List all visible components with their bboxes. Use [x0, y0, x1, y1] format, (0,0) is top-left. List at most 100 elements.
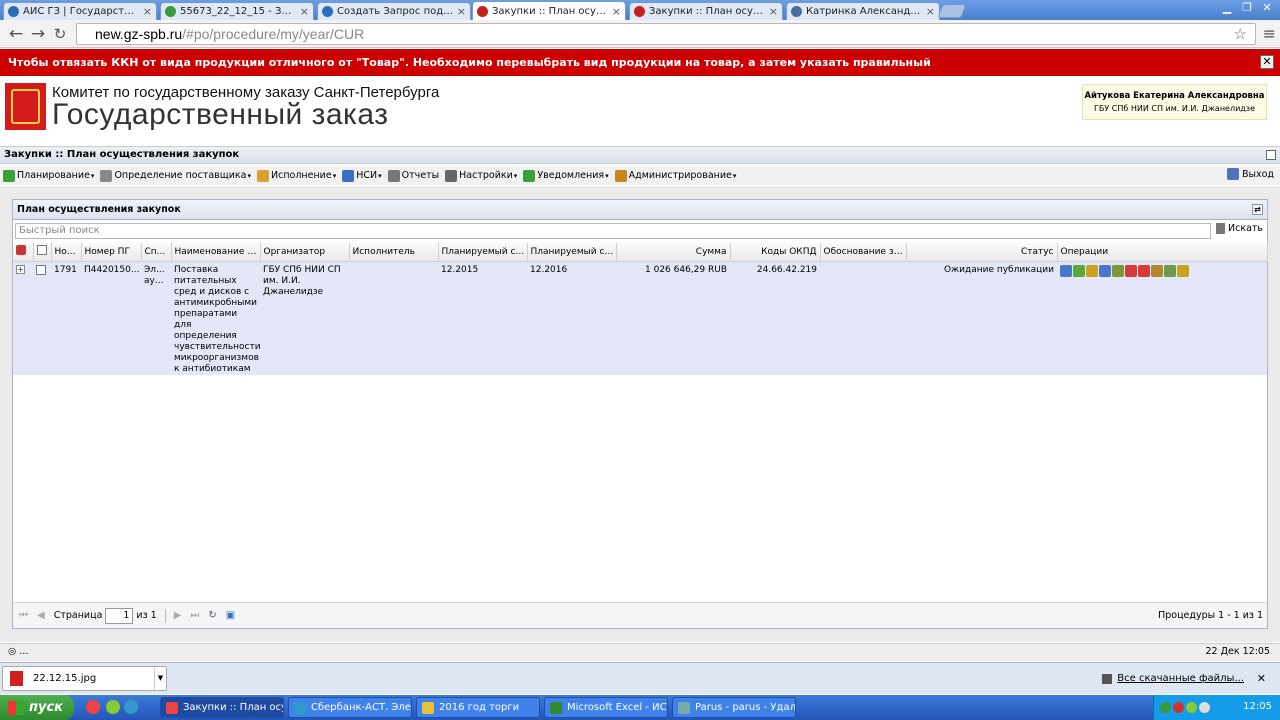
column-header[interactable]: Сп...	[141, 243, 172, 262]
quicklaunch-app-icon[interactable]	[106, 700, 120, 714]
browser-tab[interactable]: Создать Запрос поддержки×	[317, 2, 471, 20]
column-header[interactable]: Обоснование зак...	[820, 243, 907, 262]
prev-page-icon[interactable]: ◀	[37, 610, 45, 621]
menu-item[interactable]: Планирование ▾	[3, 169, 94, 182]
select-all-checkbox[interactable]	[36, 245, 47, 256]
last-page-icon[interactable]: ⏭	[190, 610, 199, 621]
cell-num: 1791	[51, 261, 81, 375]
save-icon[interactable]: ▣	[226, 610, 235, 621]
column-header[interactable]: Статус	[906, 243, 1058, 262]
page-number-input[interactable]: 1	[105, 607, 134, 624]
document-icon[interactable]	[1177, 264, 1189, 277]
taskbar-window-button[interactable]: Закупки :: План осу...	[160, 697, 284, 718]
panel-collapse-button[interactable]	[1266, 150, 1276, 160]
close-window-button[interactable]: ✕	[1258, 1, 1276, 14]
column-header[interactable]: Но...	[51, 243, 82, 262]
browser-tab[interactable]: АИС ГЗ | Государственный×	[3, 2, 157, 20]
emblem-icon[interactable]	[1151, 264, 1163, 277]
row-checkbox[interactable]	[36, 264, 46, 275]
sign-icon[interactable]	[1086, 264, 1098, 277]
tray-antivirus-icon[interactable]	[1173, 702, 1184, 713]
all-downloads-link[interactable]: Все скачанные файлы...	[1102, 673, 1244, 684]
menu-item[interactable]: Администрирование ▾	[614, 169, 737, 182]
column-header[interactable]: Номер ПГ	[81, 243, 142, 262]
browser-tab[interactable]: Катринка Александровна×	[786, 2, 940, 20]
forward-button[interactable]: →	[28, 24, 48, 44]
new-tab-button[interactable]	[937, 4, 967, 18]
chevron-down-icon: ▾	[732, 171, 737, 180]
column-header[interactable]: Планируемый ср...	[438, 243, 528, 262]
minimize-window-button[interactable]: ▁	[1218, 1, 1236, 14]
planning-icon	[3, 169, 15, 182]
download-bar-close-icon[interactable]: ✕	[1257, 672, 1266, 685]
menu-item[interactable]: Отчеты	[387, 169, 439, 182]
chart-icon[interactable]	[1099, 264, 1111, 277]
download-item[interactable]: 22.12.15.jpg ▼	[2, 666, 167, 691]
grid-title: План осуществления закупок	[17, 204, 181, 215]
taskbar-window-button[interactable]: Parus - parus - Удал...	[672, 697, 796, 718]
column-header[interactable]: Наименование з...	[171, 243, 261, 262]
tab-close-icon[interactable]: ×	[143, 5, 152, 18]
start-button[interactable]: пуск	[0, 695, 74, 720]
tray-app-icon[interactable]	[1160, 702, 1171, 713]
column-header[interactable]: Сумма	[616, 243, 731, 262]
menu-item[interactable]: НСИ ▾	[342, 169, 382, 182]
taskbar-window-button[interactable]: Microsoft Excel - ИСТ...	[544, 697, 668, 718]
browser-tab[interactable]: Закупки :: План осуществл×	[472, 1, 626, 20]
column-filter-clear[interactable]	[13, 243, 34, 262]
publish-icon[interactable]	[1164, 264, 1176, 277]
url-input[interactable]: new.gz-spb.ru/#po/procedure/my/year/CUR …	[76, 23, 1256, 45]
chrome-quicklaunch-icon[interactable]	[86, 700, 100, 714]
cell-name[interactable]: Поставка питательных сред и дисков с ант…	[171, 261, 260, 375]
expand-cell[interactable]: +	[13, 261, 33, 375]
maximize-window-button[interactable]: ❐	[1238, 1, 1256, 14]
menu-item[interactable]: Настройки ▾	[445, 169, 517, 182]
browser-tab[interactable]: Закупки :: План осуществл×	[629, 2, 783, 20]
table-row[interactable]: +1791 П4420150... Эл... ау... Поставка пита…	[13, 261, 1267, 375]
taskbar-app-icon	[550, 701, 562, 714]
download-menu-chevron-icon[interactable]: ▼	[154, 667, 166, 690]
bookmark-star-icon[interactable]: ☆	[1234, 25, 1247, 45]
select-all-column[interactable]	[33, 243, 52, 262]
column-header[interactable]: Организатор	[260, 243, 350, 262]
taskbar-window-button[interactable]: Сбербанк-АСТ. Эле...	[288, 697, 412, 718]
menu-item[interactable]: Определение поставщика ▾	[100, 169, 251, 182]
tab-close-icon[interactable]: ×	[300, 5, 309, 18]
column-header[interactable]: Планируемый ср...	[527, 243, 617, 262]
reload-icon[interactable]	[1125, 264, 1137, 277]
tab-close-icon[interactable]: ×	[769, 5, 778, 18]
alert-close-button[interactable]: ✕	[1260, 55, 1274, 69]
refresh-grid-icon[interactable]: ↻	[208, 610, 216, 621]
browser-menu-icon[interactable]: ≡	[1263, 24, 1276, 43]
settings-icon[interactable]	[1112, 264, 1124, 277]
quick-search-input[interactable]: Быстрый поиск	[15, 223, 1211, 239]
back-button[interactable]: ←	[6, 24, 26, 44]
reload-button[interactable]: ↻	[50, 24, 70, 44]
tab-close-icon[interactable]: ×	[612, 5, 621, 18]
taskbar-window-button[interactable]: 2016 год торги	[416, 697, 540, 718]
tray-network-icon[interactable]	[1186, 702, 1197, 713]
browser-tab[interactable]: 55673_22_12_15 - Заливка×	[160, 2, 314, 20]
edit-icon[interactable]	[1060, 264, 1072, 277]
delete-icon[interactable]	[1138, 264, 1150, 277]
first-page-icon[interactable]: ⏮	[19, 610, 28, 621]
approve-icon[interactable]	[1073, 264, 1085, 277]
tab-close-icon[interactable]: ×	[926, 5, 935, 18]
column-header[interactable]: Операции	[1057, 243, 1268, 262]
clock: 12:05	[1243, 701, 1272, 712]
menu-item[interactable]: Уведомления ▾	[523, 169, 609, 182]
notification-icon	[523, 169, 536, 182]
next-page-icon[interactable]: ▶	[174, 610, 182, 621]
ie-quicklaunch-icon[interactable]	[124, 700, 138, 714]
refresh-icon[interactable]: ⇄	[1252, 204, 1263, 215]
expand-row-icon[interactable]: +	[16, 264, 25, 274]
tab-favicon-icon	[8, 6, 19, 17]
tab-close-icon[interactable]: ×	[457, 5, 466, 18]
column-header[interactable]: Коды ОКПД	[730, 243, 821, 262]
select-cell[interactable]	[33, 261, 51, 375]
menu-item[interactable]: Исполнение ▾	[256, 169, 336, 182]
tray-volume-icon[interactable]	[1199, 702, 1210, 713]
search-button[interactable]: Искать	[1216, 223, 1263, 234]
logout-button[interactable]: Выход	[1226, 168, 1274, 180]
column-header[interactable]: Исполнитель	[349, 243, 439, 262]
